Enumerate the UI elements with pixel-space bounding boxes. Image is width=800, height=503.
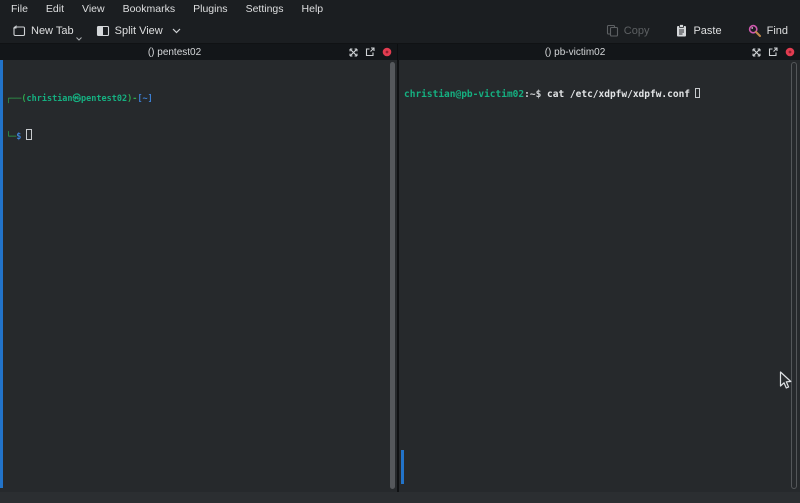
new-tab-dropdown-caret[interactable] [76, 37, 82, 41]
split-view-chevron-icon[interactable] [172, 28, 181, 34]
window-bottom-strip [0, 492, 800, 503]
terminal-output: christian@pb-victim02:~$ cat /etc/xdpfw/… [404, 64, 700, 125]
menu-item-file[interactable]: File [2, 1, 37, 17]
find-button[interactable]: Find [744, 21, 792, 41]
detach-tab-icon[interactable] [768, 47, 778, 57]
menu-item-settings[interactable]: Settings [237, 1, 293, 17]
menu-item-help[interactable]: Help [293, 1, 333, 17]
terminal-pane-pentest02[interactable]: ┌──(christian㉿pentest02)-[~] └─$ [0, 60, 397, 492]
new-tab-icon [12, 24, 26, 38]
copy-icon [606, 24, 619, 37]
prompt-frame-bottom: └─ [6, 132, 16, 142]
tab-pentest02[interactable]: () pentest02 [0, 44, 397, 60]
typed-command: cat /etc/xdpfw/xdpfw.conf [547, 89, 690, 100]
maximize-terminal-icon[interactable] [349, 48, 358, 57]
prompt-frame-open: ┌──( [6, 94, 26, 104]
terminal-cursor [26, 129, 32, 140]
prompt-line-1: ┌──(christian㉿pentest02)-[~] [6, 93, 153, 105]
new-tab-button[interactable]: New Tab [8, 21, 78, 41]
tabbar: () pentest02 [0, 44, 800, 60]
mouse-pointer-icon [779, 371, 793, 396]
prompt-symbol: $ [16, 132, 21, 142]
new-tab-label: New Tab [31, 25, 74, 37]
prompt-symbol: $ [536, 89, 547, 100]
terminal-pane-pb-victim02[interactable]: christian@pb-victim02:~$ cat /etc/xdpfw/… [399, 60, 800, 492]
menu-item-bookmarks[interactable]: Bookmarks [114, 1, 185, 17]
konsole-window: File Edit View Bookmarks Plugins Setting… [0, 0, 800, 503]
prompt-user-host: christian@pb-victim02 [404, 89, 524, 100]
left-pane-scrollbar[interactable] [390, 62, 395, 489]
focused-pane-indicator [0, 60, 3, 488]
menubar: File Edit View Bookmarks Plugins Setting… [0, 0, 800, 18]
split-view-icon [96, 24, 110, 38]
toolbar-right-group: Copy Paste [602, 21, 792, 41]
toolbar-left-group: New Tab Split View [8, 21, 185, 41]
paste-icon [675, 24, 688, 37]
copy-label: Copy [624, 25, 650, 37]
toolbar: New Tab Split View [0, 18, 800, 44]
detach-tab-icon[interactable] [365, 47, 375, 57]
tab-pb-victim02[interactable]: () pb-victim02 [397, 44, 800, 60]
terminal-output: ┌──(christian㉿pentest02)-[~] └─$ [6, 69, 153, 167]
terminal-split-area: ┌──(christian㉿pentest02)-[~] └─$ christi… [0, 60, 800, 492]
find-icon [748, 24, 762, 38]
menu-item-plugins[interactable]: Plugins [184, 1, 236, 17]
split-view-button[interactable]: Split View [92, 21, 185, 41]
close-tab-icon[interactable] [785, 47, 795, 57]
tab-title: () pb-victim02 [398, 44, 752, 60]
maximize-terminal-icon[interactable] [752, 48, 761, 57]
prompt-user-host: christian㉿pentest02 [26, 94, 127, 104]
terminal-cursor [695, 88, 700, 98]
tab-controls [752, 44, 795, 60]
prompt-line-2: └─$ [6, 129, 153, 143]
prompt-frame-close: )- [127, 94, 137, 104]
close-tab-icon[interactable] [382, 47, 392, 57]
tab-title: () pentest02 [0, 44, 349, 60]
prompt-directory: [~] [137, 94, 152, 104]
menu-item-edit[interactable]: Edit [37, 1, 73, 17]
paste-button[interactable]: Paste [671, 21, 725, 40]
menu-item-view[interactable]: View [73, 1, 114, 17]
paste-label: Paste [693, 25, 721, 37]
prompt-line: christian@pb-victim02:~$ cat /etc/xdpfw/… [404, 88, 700, 101]
find-label: Find [767, 25, 788, 37]
copy-button[interactable]: Copy [602, 21, 654, 40]
tab-controls [349, 44, 392, 60]
split-view-label: Split View [115, 25, 163, 37]
scroll-position-indicator [401, 450, 404, 484]
right-pane-scrollbar[interactable] [791, 62, 797, 489]
